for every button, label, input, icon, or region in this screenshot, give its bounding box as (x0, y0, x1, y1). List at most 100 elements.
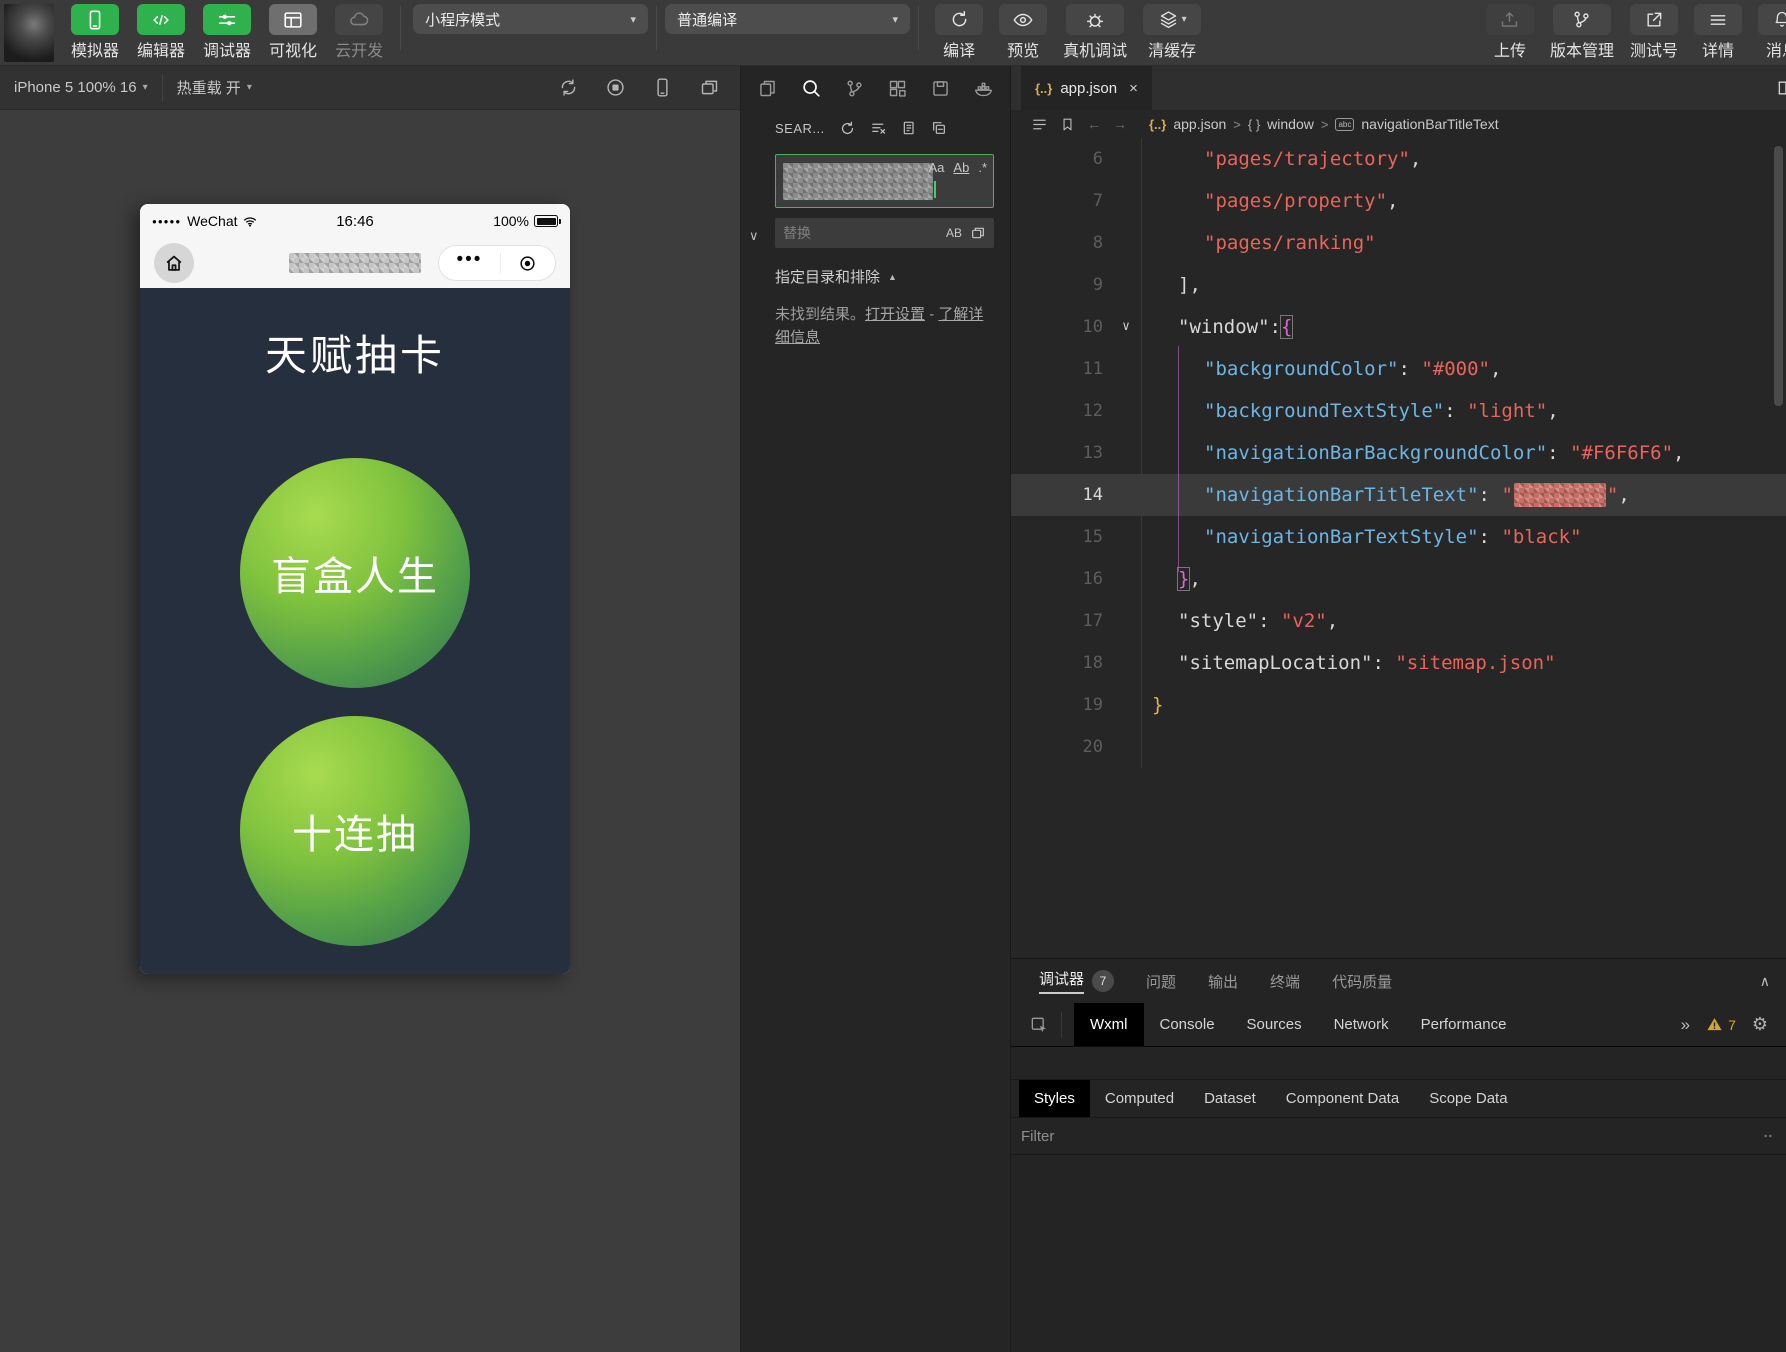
regex-toggle[interactable]: .* (978, 160, 987, 175)
breadcrumb-file[interactable]: app.json (1173, 116, 1226, 132)
package-icon[interactable] (930, 78, 951, 99)
gear-icon[interactable]: ⚙ (1752, 1014, 1768, 1035)
messages-button[interactable]: 消息 (1758, 4, 1786, 61)
replace-all-icon[interactable] (970, 225, 986, 241)
open-settings-link[interactable]: 打开设置 (865, 306, 925, 323)
breadcrumb-field[interactable]: navigationBarTitleText (1361, 116, 1498, 132)
code-line-9[interactable]: 9], (1011, 264, 1786, 306)
filter-options-icon[interactable] (1760, 1128, 1776, 1144)
docker-whale-icon[interactable] (973, 78, 994, 99)
code-line-19[interactable]: 19} (1011, 684, 1786, 726)
code-line-10[interactable]: 10∨"window":{ (1011, 306, 1786, 348)
details-button[interactable]: 详情 (1694, 4, 1742, 61)
tab-terminal[interactable]: 终端 (1270, 971, 1300, 992)
tab-console[interactable]: Console (1144, 1003, 1231, 1046)
nav-forward-icon[interactable]: → (1113, 116, 1127, 132)
debugger-button[interactable]: 调试器 (203, 4, 251, 61)
code-line-8[interactable]: 8"pages/ranking" (1011, 222, 1786, 264)
tab-problems[interactable]: 问题 (1146, 971, 1176, 992)
hot-reload-select[interactable]: 热重载 开 ▾ (177, 77, 252, 98)
fold-chevron-icon[interactable]: ∨ (1111, 306, 1141, 348)
tab-computed[interactable]: Computed (1090, 1080, 1189, 1117)
filter-input[interactable]: Filter (1021, 1128, 1054, 1145)
clear-results-icon[interactable] (870, 120, 887, 137)
device-select[interactable]: iPhone 5 100% 16 ▾ (14, 79, 148, 96)
search-input[interactable]: Aa Ab .* (775, 154, 994, 208)
blind-box-button[interactable]: 盲盒人生 (240, 458, 470, 688)
more-dots-icon[interactable]: ••• (457, 250, 483, 269)
new-search-editor-icon[interactable] (901, 120, 917, 136)
exit-target-icon[interactable] (518, 254, 537, 273)
tab-code-quality[interactable]: 代码质量 (1332, 971, 1392, 992)
code-line-12[interactable]: 12"backgroundTextStyle": "light", (1011, 390, 1786, 432)
tab-sources[interactable]: Sources (1231, 1003, 1318, 1046)
split-editor-icon[interactable] (1776, 78, 1786, 98)
tab-wxml[interactable]: Wxml (1074, 1003, 1144, 1046)
tab-performance[interactable]: Performance (1405, 1003, 1523, 1046)
code-line-13[interactable]: 13"navigationBarBackgroundColor": "#F6F6… (1011, 432, 1786, 474)
clear-cache-button[interactable]: ▾ 清缓存 (1143, 4, 1201, 61)
tab-styles[interactable]: Styles (1019, 1080, 1090, 1117)
collapse-all-icon[interactable] (931, 120, 947, 136)
search-icon[interactable] (800, 77, 822, 99)
git-branch-icon[interactable] (844, 78, 865, 99)
upload-button[interactable]: 上传 (1486, 4, 1534, 61)
tab-app-json[interactable]: {..} app.json × (1021, 66, 1152, 110)
whole-word-toggle[interactable]: Ab (953, 160, 969, 175)
code-line-17[interactable]: 17"style": "v2", (1011, 600, 1786, 642)
real-device-debug-button[interactable]: 真机调试 (1063, 4, 1127, 61)
user-avatar[interactable] (4, 4, 54, 62)
tab-scope-data[interactable]: Scope Data (1414, 1080, 1522, 1117)
replace-input[interactable]: 替换 AB (775, 218, 994, 248)
tab-component-data[interactable]: Component Data (1271, 1080, 1414, 1117)
warnings-indicator[interactable]: 7 (1706, 1016, 1736, 1033)
tab-network[interactable]: Network (1318, 1003, 1405, 1046)
code-line-20[interactable]: 20 (1011, 726, 1786, 768)
editor-scrollbar[interactable] (1774, 146, 1783, 406)
code-line-18[interactable]: 18"sitemapLocation": "sitemap.json" (1011, 642, 1786, 684)
explorer-files-icon[interactable] (757, 78, 778, 99)
code-line-16[interactable]: 16}, (1011, 558, 1786, 600)
collapse-panel-icon[interactable]: ∧ (1760, 973, 1770, 990)
ten-draw-button[interactable]: 十连抽 (240, 716, 470, 946)
simulator-button[interactable]: 模拟器 (71, 4, 119, 61)
test-account-button[interactable]: 测试号 (1630, 4, 1678, 61)
tab-dataset[interactable]: Dataset (1189, 1080, 1271, 1117)
tab-debugger[interactable]: 调试器 (1039, 968, 1084, 994)
token: "light" (1467, 400, 1547, 422)
refresh-results-icon[interactable] (839, 120, 856, 137)
layout-icon (269, 4, 317, 35)
preserve-case-toggle[interactable]: AB (946, 226, 962, 240)
nav-back-icon[interactable]: ← (1087, 116, 1101, 132)
rotate-icon[interactable] (558, 77, 579, 98)
code-line-6[interactable]: 6"pages/trajectory", (1011, 138, 1786, 180)
version-management-button[interactable]: 版本管理 (1550, 4, 1614, 61)
code-line-7[interactable]: 7"pages/property", (1011, 180, 1786, 222)
code-line-15[interactable]: 15"navigationBarTextStyle": "black" (1011, 516, 1786, 558)
extensions-grid-icon[interactable] (887, 78, 908, 99)
code-line-11[interactable]: 11"backgroundColor": "#000", (1011, 348, 1786, 390)
code-editor[interactable]: 6"pages/trajectory",7"pages/property",8"… (1011, 138, 1786, 958)
more-tabs-icon[interactable]: » (1681, 1015, 1690, 1035)
cloud-dev-button[interactable]: 云开发 (335, 4, 383, 61)
outline-list-icon[interactable] (1031, 116, 1048, 133)
editor-button[interactable]: 编辑器 (137, 4, 185, 61)
record-icon[interactable] (605, 77, 626, 98)
tab-output[interactable]: 输出 (1208, 971, 1238, 992)
compile-mode-dropdown[interactable]: 普通编译 ▾ (665, 4, 910, 34)
preview-button[interactable]: 预览 (999, 4, 1047, 61)
bookmark-icon[interactable] (1060, 117, 1075, 132)
close-icon[interactable]: × (1129, 80, 1138, 97)
toggle-replace-icon[interactable]: ∨ (749, 228, 759, 244)
inspect-element-icon[interactable] (1029, 1015, 1049, 1035)
home-button[interactable] (154, 243, 194, 283)
breadcrumb-object[interactable]: window (1267, 116, 1314, 132)
search-details-toggle[interactable]: 指定目录和排除 ▲ (775, 266, 994, 287)
mode-dropdown[interactable]: 小程序模式 ▾ (413, 4, 648, 34)
compile-button[interactable]: 编译 (935, 4, 983, 61)
phone-frame-icon[interactable] (652, 77, 673, 98)
multi-window-icon[interactable] (699, 77, 720, 98)
code-line-14[interactable]: 14"navigationBarTitleText": "", (1011, 474, 1786, 516)
visualize-button[interactable]: 可视化 (269, 4, 317, 61)
match-case-toggle[interactable]: Aa (929, 160, 945, 175)
